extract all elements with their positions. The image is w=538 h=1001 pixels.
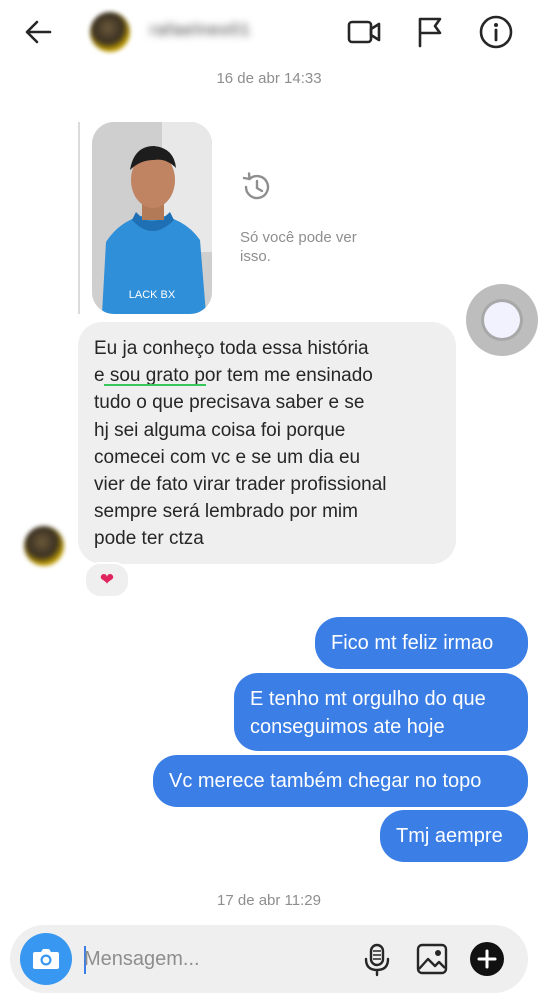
story-photo: LACK BX: [92, 122, 212, 314]
story-visibility-note: Só você pode ver isso.: [240, 229, 357, 265]
camera-button[interactable]: [20, 933, 72, 985]
contact-avatar[interactable]: [90, 12, 130, 52]
story-reply-bar: [78, 122, 80, 314]
back-arrow-icon[interactable]: [20, 14, 56, 50]
video-call-icon[interactable]: [346, 14, 382, 50]
timestamp: 16 de abr 14:33: [216, 70, 322, 87]
contact-username[interactable]: rafaelneo01: [150, 20, 251, 40]
flag-icon[interactable]: [412, 14, 448, 50]
info-icon[interactable]: [478, 14, 514, 50]
sent-message-bubble[interactable]: Vc merece também chegar no topo: [153, 755, 528, 807]
sender-avatar[interactable]: [24, 526, 64, 566]
timestamp: 17 de abr 11:29: [217, 892, 321, 909]
story-shirt-text: LACK BX: [129, 289, 176, 301]
sent-message-bubble[interactable]: E tenho mt orgulho do que conseguimos at…: [234, 673, 528, 751]
history-icon: [242, 172, 270, 200]
plus-icon[interactable]: [469, 941, 505, 977]
camera-icon: [33, 949, 59, 969]
received-message-bubble[interactable]: Eu ja conheço toda essa história e sou g…: [78, 322, 456, 564]
heart-icon[interactable]: ❤: [84, 562, 130, 598]
message-input[interactable]: Mensagem...: [84, 948, 200, 971]
sent-message-bubble[interactable]: Tmj aempre: [380, 810, 528, 862]
spell-suggestion-underline: [104, 384, 206, 386]
received-message-text: Eu ja conheço toda essa história e sou g…: [94, 338, 387, 550]
chat-header: rafaelneo01: [0, 0, 538, 64]
microphone-icon[interactable]: [359, 941, 395, 977]
story-thumbnail[interactable]: LACK BX: [92, 122, 212, 314]
gallery-icon[interactable]: [414, 941, 450, 977]
sent-message-bubble[interactable]: Fico mt feliz irmao: [315, 617, 528, 669]
floating-assist-button[interactable]: [466, 284, 538, 356]
